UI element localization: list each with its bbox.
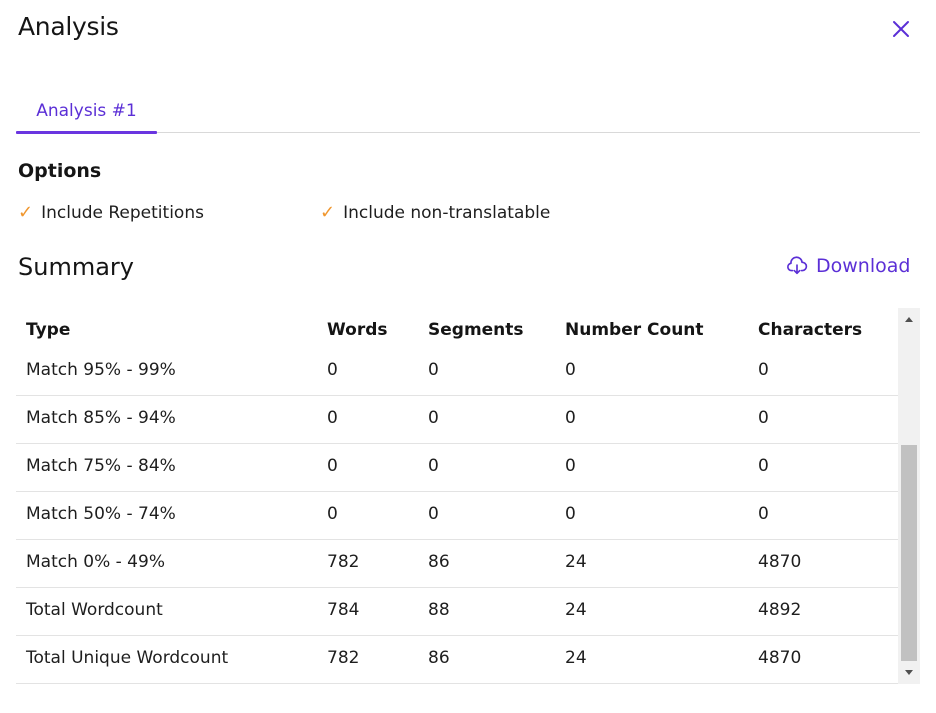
scroll-down-button[interactable] <box>898 662 920 684</box>
tab-bar: Analysis #1 <box>16 88 920 134</box>
dialog-title: Analysis <box>18 12 119 41</box>
table-scrollbar[interactable] <box>898 308 920 684</box>
column-header-characters: Characters <box>758 320 863 340</box>
table-row: Match 75% - 84% 0 0 0 0 <box>16 444 898 492</box>
table-row: Match 50% - 74% 0 0 0 0 <box>16 492 898 540</box>
cell-type: Match 85% - 94% <box>26 408 176 428</box>
download-button[interactable]: Download <box>786 255 910 277</box>
cell-words: 0 <box>327 504 338 524</box>
cell-type: Match 95% - 99% <box>26 360 176 380</box>
active-tab-indicator <box>16 131 157 134</box>
table-row: Match 0% - 49% 782 86 24 4870 <box>16 540 898 588</box>
cell-characters: 0 <box>758 408 769 428</box>
option-label: Include non-translatable <box>343 202 551 223</box>
cell-segments: 86 <box>428 648 450 668</box>
cell-number-count: 0 <box>565 504 576 524</box>
column-header-words: Words <box>327 320 388 340</box>
cell-words: 784 <box>327 600 360 620</box>
cell-number-count: 24 <box>565 552 587 572</box>
cell-words: 0 <box>327 408 338 428</box>
arrow-up-icon <box>905 317 913 322</box>
cell-number-count: 24 <box>565 648 587 668</box>
close-icon <box>893 21 909 37</box>
download-label: Download <box>816 255 911 277</box>
cell-number-count: 0 <box>565 408 576 428</box>
column-header-type: Type <box>26 320 71 340</box>
cell-characters: 4870 <box>758 648 802 668</box>
option-include-non-translatable: ✓ Include non-translatable <box>320 202 550 223</box>
table-row: Total Unique Wordcount 782 86 24 4870 <box>16 636 898 684</box>
cell-type: Match 0% - 49% <box>26 552 165 572</box>
cell-words: 0 <box>327 456 338 476</box>
close-button[interactable] <box>886 14 916 44</box>
column-header-number-count: Number Count <box>565 320 704 340</box>
cell-segments: 0 <box>428 408 439 428</box>
cell-words: 782 <box>327 648 360 668</box>
cell-characters: 4892 <box>758 600 802 620</box>
cell-segments: 0 <box>428 360 439 380</box>
tab-analysis-1[interactable]: Analysis #1 <box>16 88 157 134</box>
arrow-down-icon <box>905 670 913 675</box>
cell-type: Total Wordcount <box>26 600 163 620</box>
cell-segments: 0 <box>428 456 439 476</box>
cell-number-count: 0 <box>565 456 576 476</box>
cell-segments: 88 <box>428 600 450 620</box>
check-icon: ✓ <box>320 202 336 223</box>
cell-words: 782 <box>327 552 360 572</box>
options-heading: Options <box>18 160 102 182</box>
summary-heading: Summary <box>18 253 134 281</box>
scroll-up-button[interactable] <box>898 308 920 330</box>
option-include-repetitions: ✓ Include Repetitions <box>18 202 204 223</box>
scrollbar-thumb[interactable] <box>901 445 917 661</box>
column-header-segments: Segments <box>428 320 524 340</box>
cell-characters: 0 <box>758 504 769 524</box>
option-label: Include Repetitions <box>41 202 204 223</box>
cell-type: Match 50% - 74% <box>26 504 176 524</box>
cell-number-count: 24 <box>565 600 587 620</box>
cell-type: Total Unique Wordcount <box>26 648 229 668</box>
table-row: Match 95% - 99% 0 0 0 0 <box>16 348 898 396</box>
cell-number-count: 0 <box>565 360 576 380</box>
cell-words: 0 <box>327 360 338 380</box>
cell-segments: 86 <box>428 552 450 572</box>
check-icon: ✓ <box>18 202 34 223</box>
cell-type: Match 75% - 84% <box>26 456 176 476</box>
table-row: Total Wordcount 784 88 24 4892 <box>16 588 898 636</box>
table-row: Match 85% - 94% 0 0 0 0 <box>16 396 898 444</box>
cell-characters: 0 <box>758 360 769 380</box>
cell-characters: 0 <box>758 456 769 476</box>
cell-characters: 4870 <box>758 552 802 572</box>
summary-table: Type Words Segments Number Count Charact… <box>16 308 920 684</box>
cell-segments: 0 <box>428 504 439 524</box>
cloud-download-icon <box>787 256 808 275</box>
tab-label: Analysis #1 <box>36 100 137 121</box>
